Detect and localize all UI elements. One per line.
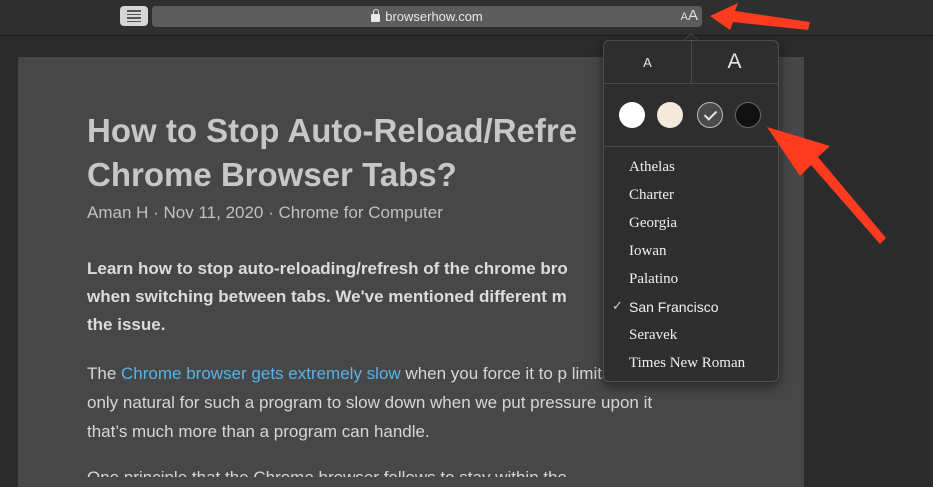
annotation-arrows [710,3,886,244]
annotation-arrow-bottom [767,127,886,244]
annotation-arrow-top [710,3,810,30]
